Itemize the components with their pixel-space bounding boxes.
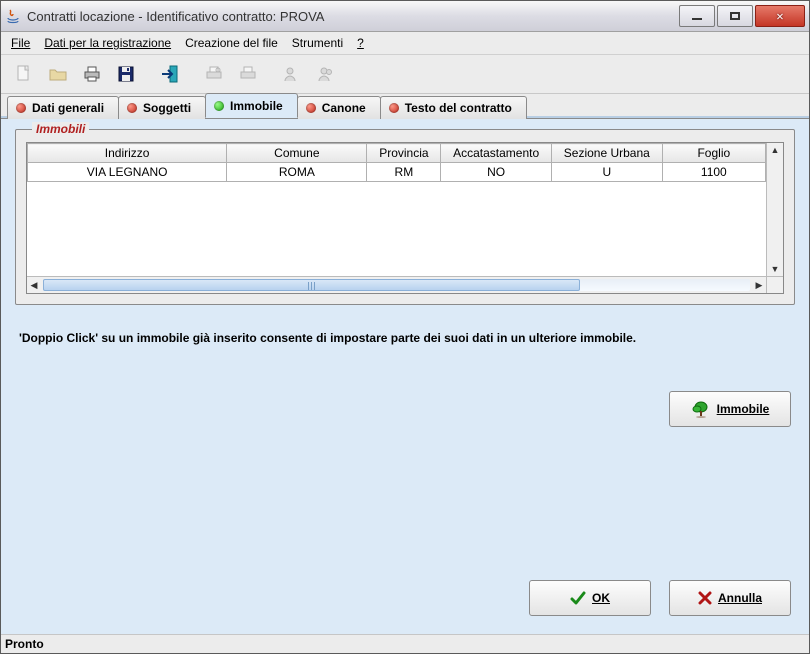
table-row[interactable]: VIA LEGNANO ROMA RM NO U 1100 xyxy=(28,163,766,182)
cell-accatastamento: NO xyxy=(441,163,552,182)
print-preview-icon[interactable] xyxy=(199,59,229,89)
menubar: File Dati per la registrazione Creazione… xyxy=(1,32,809,55)
cancel-button[interactable]: Annulla xyxy=(669,580,791,616)
maximize-button[interactable] xyxy=(717,5,753,27)
minimize-button[interactable] xyxy=(679,5,715,27)
col-foglio[interactable]: Foglio xyxy=(662,144,765,163)
tree-icon xyxy=(691,400,711,418)
table-header-row: Indirizzo Comune Provincia Accatastament… xyxy=(28,144,766,163)
cell-sezione: U xyxy=(551,163,662,182)
titlebar: Contratti locazione - Identificativo con… xyxy=(1,1,809,32)
tab-immobile[interactable]: Immobile xyxy=(205,93,298,118)
col-provincia[interactable]: Provincia xyxy=(367,144,441,163)
button-label: OK xyxy=(592,591,610,605)
cell-provincia: RM xyxy=(367,163,441,182)
cell-indirizzo: VIA LEGNANO xyxy=(28,163,227,182)
button-label: Annulla xyxy=(718,591,762,605)
java-app-icon xyxy=(5,8,21,24)
tab-soggetti[interactable]: Soggetti xyxy=(118,96,206,119)
toolbar xyxy=(1,55,809,94)
status-dot-icon xyxy=(127,103,137,113)
immobili-table: Indirizzo Comune Provincia Accatastament… xyxy=(26,142,784,294)
menu-dati[interactable]: Dati per la registrazione xyxy=(44,36,171,50)
vertical-scrollbar[interactable]: ▲ ▼ xyxy=(766,143,783,276)
col-indirizzo[interactable]: Indirizzo xyxy=(28,144,227,163)
status-bar: Pronto xyxy=(1,634,809,653)
scroll-up-icon[interactable]: ▲ xyxy=(768,143,782,157)
tab-label: Canone xyxy=(322,101,366,115)
window-title: Contratti locazione - Identificativo con… xyxy=(27,9,677,24)
tab-label: Soggetti xyxy=(143,101,191,115)
window-buttons xyxy=(677,5,805,27)
status-dot-icon xyxy=(389,103,399,113)
menu-creazione[interactable]: Creazione del file xyxy=(185,36,278,50)
tab-label: Testo del contratto xyxy=(405,101,512,115)
button-label: Immobile xyxy=(717,402,770,416)
save-icon[interactable] xyxy=(111,59,141,89)
group-title: Immobili xyxy=(32,122,89,136)
dialog-buttons: OK Annulla xyxy=(15,580,795,620)
print-alt-icon[interactable] xyxy=(233,59,263,89)
status-dot-icon xyxy=(214,101,224,111)
new-file-icon[interactable] xyxy=(9,59,39,89)
menu-help[interactable]: ? xyxy=(357,36,364,50)
cell-comune: ROMA xyxy=(227,163,367,182)
open-folder-icon[interactable] xyxy=(43,59,73,89)
col-accatastamento[interactable]: Accatastamento xyxy=(441,144,552,163)
tab-dati-generali[interactable]: Dati generali xyxy=(7,96,119,119)
horizontal-scrollbar[interactable]: ◀ ▶ xyxy=(27,276,783,293)
col-comune[interactable]: Comune xyxy=(227,144,367,163)
tab-row: Dati generali Soggetti Immobile Canone T… xyxy=(1,94,809,118)
tab-panel-immobile: Immobili Indirizzo Comune P xyxy=(1,118,809,634)
hint-text: 'Doppio Click' su un immobile già inseri… xyxy=(19,331,791,345)
cell-foglio: 1100 xyxy=(662,163,765,182)
app-window: Contratti locazione - Identificativo con… xyxy=(0,0,810,654)
menu-strumenti[interactable]: Strumenti xyxy=(292,36,343,50)
tab-testo-contratto[interactable]: Testo del contratto xyxy=(380,96,527,119)
status-dot-icon xyxy=(16,103,26,113)
table-viewport: Indirizzo Comune Provincia Accatastament… xyxy=(27,143,766,276)
users-icon-2[interactable] xyxy=(311,59,341,89)
status-dot-icon xyxy=(306,103,316,113)
status-text: Pronto xyxy=(5,637,44,651)
scroll-thumb[interactable] xyxy=(43,279,580,291)
ok-button[interactable]: OK xyxy=(529,580,651,616)
immobile-button[interactable]: Immobile xyxy=(669,391,791,427)
users-icon-1[interactable] xyxy=(277,59,307,89)
menu-file[interactable]: File xyxy=(11,36,30,50)
group-immobili: Immobili Indirizzo Comune P xyxy=(15,129,795,305)
cross-icon xyxy=(698,591,712,605)
scroll-left-icon[interactable]: ◀ xyxy=(27,278,41,292)
tab-canone[interactable]: Canone xyxy=(297,96,381,119)
close-button[interactable] xyxy=(755,5,805,27)
tab-label: Immobile xyxy=(230,99,283,113)
print-icon[interactable] xyxy=(77,59,107,89)
scroll-down-icon[interactable]: ▼ xyxy=(768,262,782,276)
scroll-track[interactable] xyxy=(43,279,750,291)
col-sezione-urbana[interactable]: Sezione Urbana xyxy=(551,144,662,163)
tab-label: Dati generali xyxy=(32,101,104,115)
scroll-right-icon[interactable]: ▶ xyxy=(752,278,766,292)
check-icon xyxy=(570,590,586,606)
exit-icon[interactable] xyxy=(155,59,185,89)
